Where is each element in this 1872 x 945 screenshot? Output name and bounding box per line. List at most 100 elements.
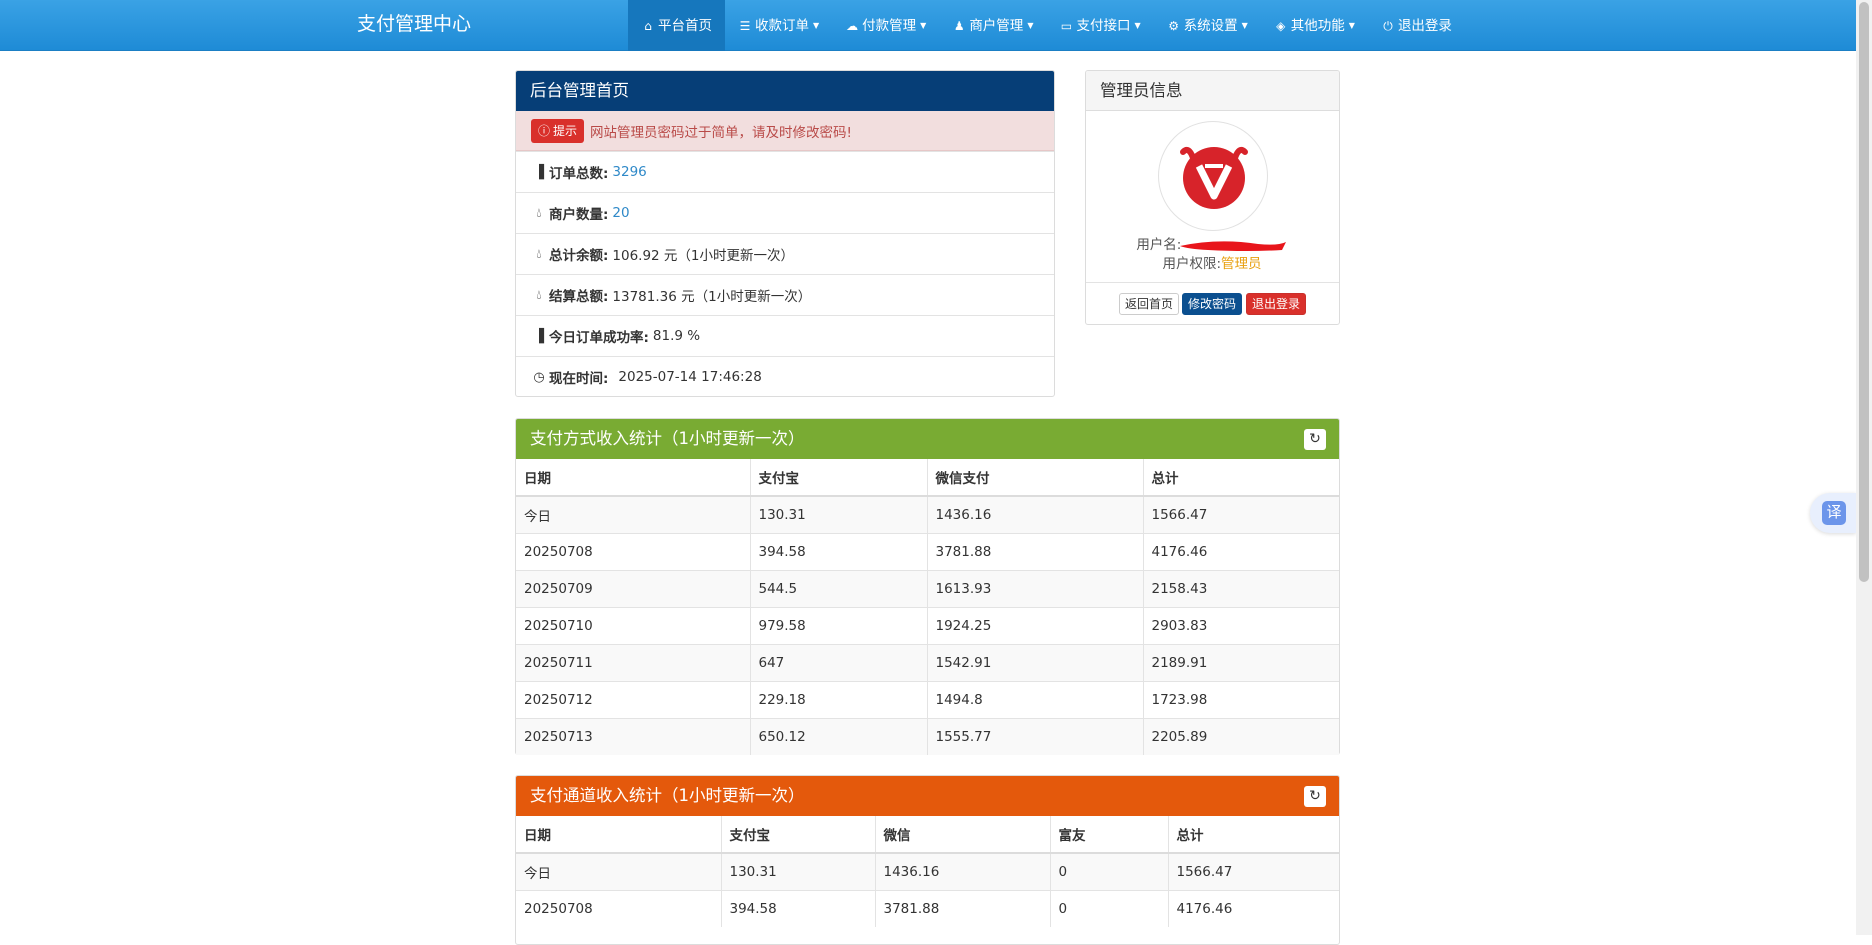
channel-stats-title: 支付通道收入统计（1小时更新一次） ↻ xyxy=(516,776,1339,816)
caret-down-icon: ▼ xyxy=(1241,20,1248,30)
table-cell: 2158.43 xyxy=(1143,569,1339,607)
table-cell: 0 xyxy=(1050,852,1169,890)
nav-item-5[interactable]: ⚙ 系统设置 ▼ xyxy=(1154,0,1261,51)
nav-label: 商户管理 xyxy=(969,17,1024,34)
order-total-label: 订单总数: xyxy=(549,166,609,182)
channel-stats-panel: 支付通道收入统计（1小时更新一次） ↻ 日期 支付宝 微信 富友 总计 今日 130.31… xyxy=(515,775,1340,945)
alert-badge-label: 提示 xyxy=(553,123,578,138)
brand-logo-icon xyxy=(1180,147,1248,209)
nav-item-6[interactable]: ◈ 其他功能 ▼ xyxy=(1261,0,1368,51)
table-row: 20250711 647 1542.91 2189.91 xyxy=(516,643,1339,681)
admin-panel: 管理员信息 用户名: 用户权限:管理员 返回首页 修改密码 退出登录 xyxy=(1085,70,1340,325)
home-panel-title: 后台管理首页 xyxy=(516,71,1054,111)
divider xyxy=(1086,282,1339,283)
scrollbar[interactable] xyxy=(1856,0,1872,935)
change-password-button[interactable]: 修改密码 xyxy=(1182,293,1243,315)
translate-button[interactable]: 译 xyxy=(1810,493,1856,533)
username-line: 用户名: xyxy=(1086,233,1338,254)
column-header: 支付宝 xyxy=(721,816,876,854)
time-row: ◷ 现在时间: 2025-07-14 17:46:28 xyxy=(516,356,1054,397)
table-row: 20250713 650.12 1555.77 2205.89 xyxy=(516,717,1339,755)
order-total-row: ▐ 订单总数: 3296 xyxy=(516,151,1054,192)
table-cell: 1566.47 xyxy=(1168,852,1339,890)
nav-item-4[interactable]: ▭ 支付接口 ▼ xyxy=(1046,0,1153,51)
alert-badge: ⓘ 提示 xyxy=(531,118,585,143)
brand-title[interactable]: 支付管理中心 xyxy=(357,0,471,51)
scrollbar-thumb[interactable] xyxy=(1859,2,1869,582)
table-cell: 1566.47 xyxy=(1143,495,1339,533)
nav-item-3[interactable]: ♟ 商户管理 ▼ xyxy=(939,0,1046,51)
table-cell: 2189.91 xyxy=(1143,643,1339,681)
nav-label: 支付接口 xyxy=(1076,17,1131,34)
table-cell: 1436.16 xyxy=(927,495,1144,533)
order-total-value[interactable]: 3296 xyxy=(612,164,646,180)
channel-stats-table: 日期 支付宝 微信 富友 总计 今日 130.31 1436.16 0 1566.47 20250… xyxy=(516,816,1339,927)
column-header: 富友 xyxy=(1050,816,1169,854)
nav-label: 付款管理 xyxy=(862,17,917,34)
time-label: 现在时间: xyxy=(549,371,609,387)
nav-item-1[interactable]: ☰ 收款订单 ▼ xyxy=(725,0,832,51)
merchant-count-row: 💧︎ 商户数量: 20 xyxy=(516,192,1054,233)
table-cell: 394.58 xyxy=(750,532,928,570)
method-stats-table: 日期 支付宝 微信支付 总计 今日 130.31 1436.16 1566.47 202507… xyxy=(516,459,1339,755)
table-cell: 0 xyxy=(1050,889,1169,927)
gear-icon: ⚙ xyxy=(1168,18,1179,33)
table-cell: 1924.25 xyxy=(927,606,1144,644)
cube-icon: ◈ xyxy=(1276,18,1286,33)
role-value: 管理员 xyxy=(1221,256,1262,272)
table-cell: 394.58 xyxy=(721,889,876,927)
column-header: 微信 xyxy=(875,816,1051,854)
column-header: 总计 xyxy=(1143,459,1339,497)
table-row: 20250708 394.58 3781.88 0 4176.46 xyxy=(516,889,1339,927)
table-cell: 20250712 xyxy=(516,680,751,718)
caret-down-icon: ▼ xyxy=(1348,20,1355,30)
refresh-icon[interactable]: ↻ xyxy=(1304,429,1326,450)
column-header: 日期 xyxy=(516,459,751,497)
clock-icon: ◷ xyxy=(533,369,545,385)
table-cell: 1555.77 xyxy=(927,717,1144,755)
settle-label: 结算总额: xyxy=(549,289,609,305)
table-cell: 今日 xyxy=(516,852,722,890)
drop-icon: 💧︎ xyxy=(536,205,542,221)
merchant-count-label: 商户数量: xyxy=(549,207,609,223)
main-nav: ⌂ 平台首页 ☰ 收款订单 ▼ ☁ 付款管理 ▼ ♟ 商户管理 ▼ ▭ 支付接口 ▼ ⚙ 系统设置 ▼ ◈ 其他功能… xyxy=(628,0,1465,51)
table-cell: 1542.91 xyxy=(927,643,1144,681)
table-cell: 4176.46 xyxy=(1143,532,1339,570)
home-icon: ⌂ xyxy=(644,18,652,33)
table-cell: 1613.93 xyxy=(927,569,1144,607)
bar-chart-icon: ▐ xyxy=(534,164,544,180)
table-cell: 20250708 xyxy=(516,532,751,570)
avatar xyxy=(1158,121,1268,231)
table-cell: 979.58 xyxy=(750,606,928,644)
table-cell: 今日 xyxy=(516,495,751,533)
user-icon: ♟ xyxy=(953,18,965,33)
drop-icon: 💧︎ xyxy=(536,287,542,303)
merchant-count-value[interactable]: 20 xyxy=(612,205,629,221)
method-stats-panel: 支付方式收入统计（1小时更新一次） ↻ 日期 支付宝 微信支付 总计 今日 130.31… xyxy=(515,418,1340,755)
alert-text: 网站管理员密码过于简单，请及时修改密码! xyxy=(590,124,852,141)
balance-value: 106.92 元（1小时更新一次） xyxy=(612,248,795,264)
password-alert: ⓘ 提示 网站管理员密码过于简单，请及时修改密码! xyxy=(516,111,1054,151)
table-row: 20250708 394.58 3781.88 4176.46 xyxy=(516,532,1339,570)
table-cell: 130.31 xyxy=(750,495,928,533)
translate-icon: 译 xyxy=(1822,501,1846,525)
nav-item-7[interactable]: ⏻ 退出登录 xyxy=(1368,0,1465,51)
list-icon: ☰ xyxy=(739,18,751,33)
logout-button[interactable]: 退出登录 xyxy=(1246,293,1307,315)
caret-down-icon: ▼ xyxy=(1134,20,1141,30)
nav-label: 退出登录 xyxy=(1397,17,1452,34)
nav-item-2[interactable]: ☁ 付款管理 ▼ xyxy=(832,0,939,51)
caret-down-icon: ▼ xyxy=(1027,20,1034,30)
drop-icon: 💧︎ xyxy=(536,246,542,262)
settle-value: 13781.36 元（1小时更新一次） xyxy=(612,289,812,305)
column-header: 微信支付 xyxy=(927,459,1144,497)
time-value: 2025-07-14 17:46:28 xyxy=(618,369,762,385)
username-label: 用户名: xyxy=(1136,237,1182,253)
table-cell: 1494.8 xyxy=(927,680,1144,718)
table-cell: 647 xyxy=(750,643,928,681)
success-rate-row: ▐ 今日订单成功率: 81.9 % xyxy=(516,315,1054,356)
back-home-button[interactable]: 返回首页 xyxy=(1119,293,1180,315)
refresh-icon[interactable]: ↻ xyxy=(1304,786,1326,807)
nav-item-0[interactable]: ⌂ 平台首页 xyxy=(628,0,725,51)
table-row: 20250710 979.58 1924.25 2903.83 xyxy=(516,606,1339,644)
